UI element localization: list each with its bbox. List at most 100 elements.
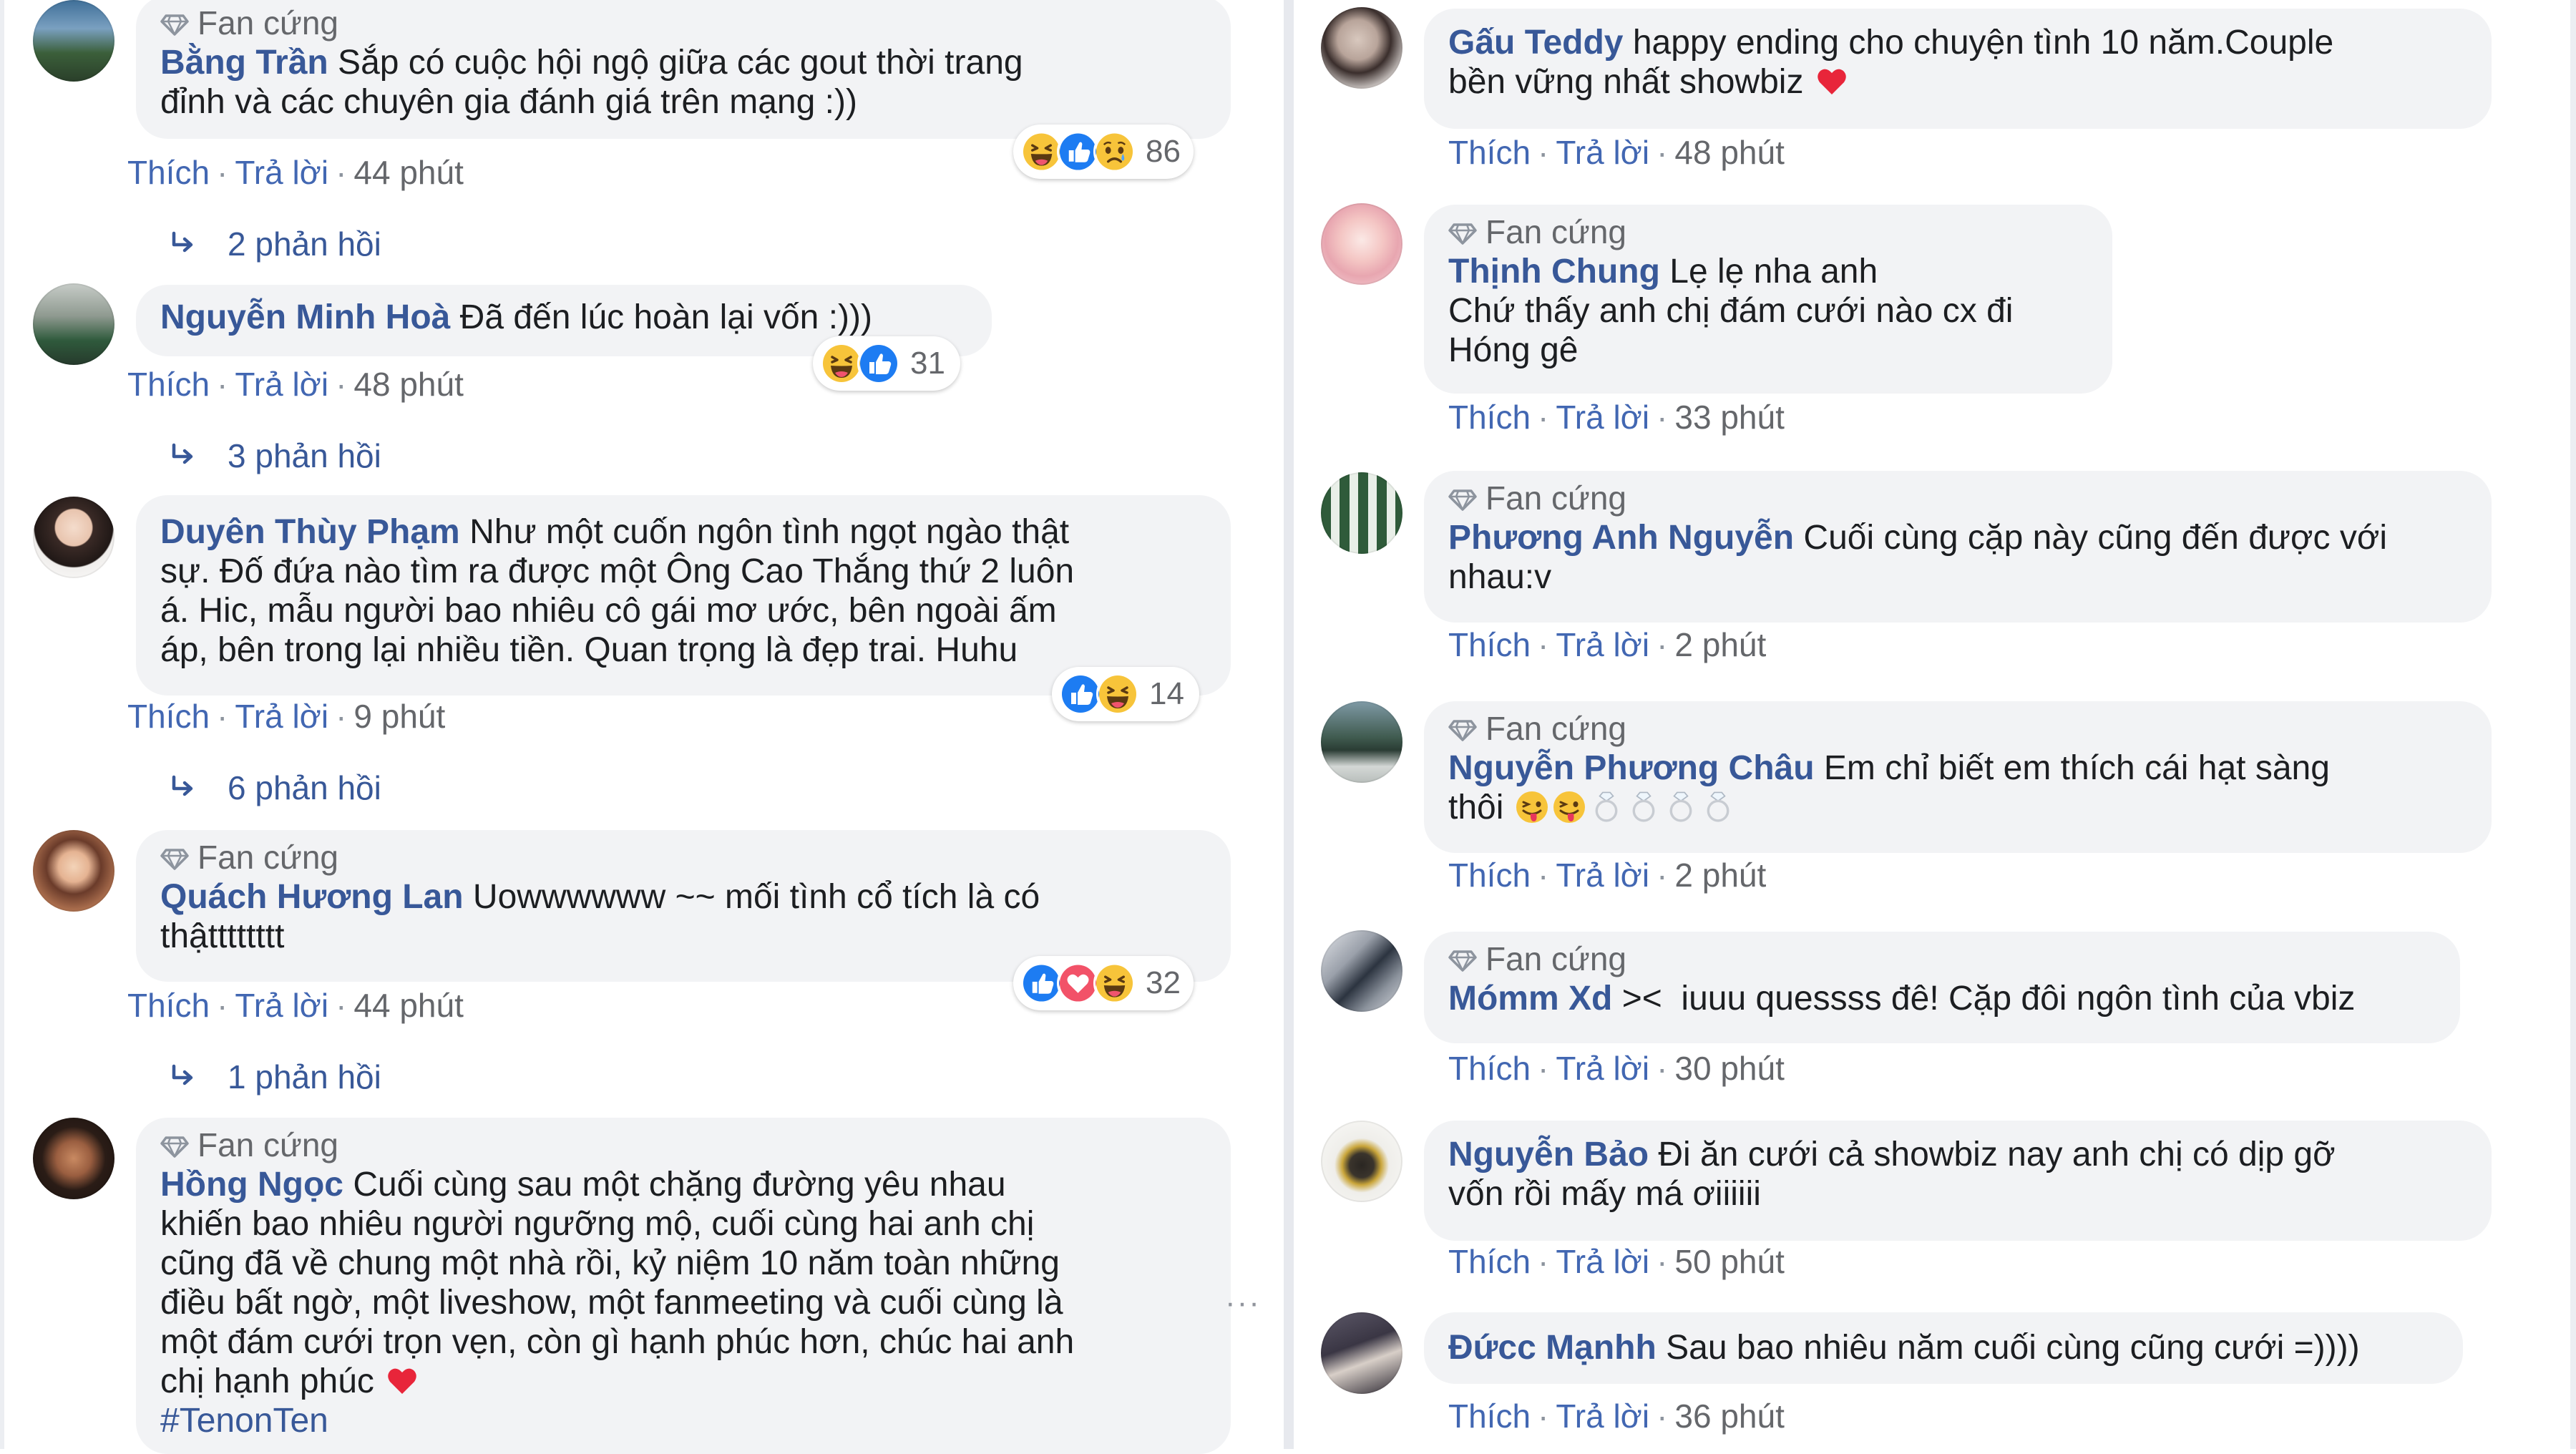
like-link[interactable]: Thích	[1448, 134, 1531, 171]
comment-bubble: Fan cứng Nguyễn Phương Châu Em chỉ biết …	[1424, 701, 2492, 853]
view-replies[interactable]: 1 phản hồi	[169, 1058, 381, 1096]
separator-dot: ·	[1657, 1243, 1668, 1280]
comment-actions: Thích · Trả lời · 9 phút	[127, 697, 445, 736]
author-name[interactable]: Hồng Ngọc	[160, 1166, 343, 1204]
like-link[interactable]: Thích	[1448, 857, 1531, 894]
avatar[interactable]	[1321, 203, 1402, 285]
timestamp[interactable]: 2 phút	[1674, 857, 1766, 894]
author-name[interactable]: Quách Hương Lan	[160, 878, 464, 916]
reply-link[interactable]: Trả lời	[1556, 1243, 1649, 1280]
reply-link[interactable]: Trả lời	[235, 987, 328, 1024]
diamond-icon	[160, 1131, 189, 1159]
reaction-summary[interactable]: 32	[1013, 956, 1194, 1010]
separator-dot: ·	[1657, 857, 1668, 894]
reply-link[interactable]: Trả lời	[1556, 1397, 1649, 1435]
timestamp[interactable]: 2 phút	[1674, 626, 1766, 663]
reply-link[interactable]: Trả lời	[235, 366, 328, 403]
like-icon	[857, 342, 900, 385]
comment-actions: Thích · Trả lời · 2 phút	[1448, 856, 1766, 894]
heart-icon	[1815, 64, 1849, 99]
like-link[interactable]: Thích	[1448, 1397, 1531, 1435]
replies-label[interactable]: 6 phản hồi	[228, 769, 381, 807]
timestamp[interactable]: 9 phút	[353, 698, 445, 735]
heart-icon	[385, 1364, 419, 1398]
more-options-icon[interactable]: ···	[1225, 1285, 1261, 1321]
author-name[interactable]: Thịnh Chung	[1448, 253, 1660, 291]
reply-link[interactable]: Trả lời	[1556, 626, 1649, 663]
separator-dot: ·	[1538, 1050, 1549, 1087]
comment-body: Hồng Ngọc Cuối cùng sau một chặng đường …	[160, 1165, 1206, 1440]
avatar[interactable]	[1321, 701, 1402, 783]
avatar[interactable]	[1321, 472, 1402, 554]
timestamp[interactable]: 48 phút	[1674, 134, 1784, 171]
timestamp[interactable]: 44 phút	[353, 154, 463, 191]
avatar[interactable]	[33, 830, 114, 912]
reaction-summary[interactable]: 31	[813, 336, 960, 391]
reply-link[interactable]: Trả lời	[1556, 1050, 1649, 1087]
fan-badge: Fan cứng	[1448, 478, 2467, 518]
like-link[interactable]: Thích	[1448, 399, 1531, 436]
reaction-count: 32	[1146, 965, 1181, 1000]
avatar[interactable]	[33, 497, 114, 578]
like-link[interactable]: Thích	[127, 987, 210, 1024]
separator-dot: ·	[1657, 399, 1668, 436]
avatar[interactable]	[33, 283, 114, 365]
badge-label: Fan cứng	[1485, 940, 1627, 977]
like-link[interactable]: Thích	[1448, 1243, 1531, 1280]
reply-link[interactable]: Trả lời	[235, 698, 328, 735]
like-link[interactable]: Thích	[1448, 1050, 1531, 1087]
avatar[interactable]	[1321, 1121, 1402, 1202]
comment-bubble: Nguyễn Bảo Đi ăn cưới cả showbiz nay anh…	[1424, 1121, 2492, 1241]
reaction-summary[interactable]: 86	[1013, 125, 1194, 179]
like-link[interactable]: Thích	[127, 366, 210, 403]
avatar[interactable]	[1321, 930, 1402, 1012]
replies-label[interactable]: 2 phản hồi	[228, 225, 381, 263]
avatar[interactable]	[1321, 7, 1402, 89]
like-link[interactable]: Thích	[127, 154, 210, 191]
timestamp[interactable]: 33 phút	[1674, 399, 1784, 436]
comment-body: Đứcc Mạnhh Sau bao nhiêu năm cuối cùng c…	[1448, 1328, 2439, 1367]
like-link[interactable]: Thích	[127, 698, 210, 735]
separator-dot: ·	[217, 154, 228, 191]
reaction-count: 86	[1146, 134, 1181, 169]
author-name[interactable]: Duyên Thùy Phạm	[160, 513, 460, 551]
timestamp[interactable]: 44 phút	[353, 987, 463, 1024]
author-name[interactable]: Phương Anh Nguyễn	[1448, 519, 1794, 557]
comment-actions: Thích · Trả lời · 33 phút	[1448, 398, 1785, 436]
author-name[interactable]: Nguyễn Bảo	[1448, 1136, 1649, 1174]
author-name[interactable]: Nguyễn Minh Hoà	[160, 298, 450, 336]
author-name[interactable]: Mómm Xd	[1448, 980, 1612, 1018]
avatar[interactable]	[33, 1118, 114, 1199]
separator-dot: ·	[1657, 626, 1668, 663]
separator-dot: ·	[336, 698, 347, 735]
timestamp[interactable]: 48 phút	[353, 366, 463, 403]
reply-link[interactable]: Trả lời	[1556, 857, 1649, 894]
view-replies[interactable]: 3 phản hồi	[169, 436, 381, 475]
replies-label[interactable]: 1 phản hồi	[228, 1058, 381, 1096]
hashtag-link[interactable]: #TenonTen	[160, 1402, 328, 1440]
timestamp[interactable]: 50 phút	[1674, 1243, 1784, 1280]
comment-bubble: Đứcc Mạnhh Sau bao nhiêu năm cuối cùng c…	[1424, 1312, 2463, 1384]
author-name[interactable]: Bằng Trần	[160, 44, 328, 82]
replies-label[interactable]: 3 phản hồi	[228, 436, 381, 475]
timestamp[interactable]: 30 phút	[1674, 1050, 1784, 1087]
diamond-icon	[1448, 484, 1477, 512]
comment-actions: Thích · Trả lời · 36 phút	[1448, 1397, 1785, 1435]
avatar[interactable]	[33, 0, 114, 82]
author-name[interactable]: Nguyễn Phương Châu	[1448, 749, 1815, 787]
author-name[interactable]: Đứcc Mạnhh	[1448, 1329, 1657, 1367]
timestamp[interactable]: 36 phút	[1674, 1397, 1784, 1435]
fan-badge: Fan cứng	[1448, 939, 2436, 979]
like-link[interactable]: Thích	[1448, 626, 1531, 663]
reaction-summary[interactable]: 14	[1052, 667, 1199, 721]
view-replies[interactable]: 2 phản hồi	[169, 225, 381, 263]
fan-badge: Fan cứng	[160, 1125, 1206, 1165]
reply-link[interactable]: Trả lời	[1556, 399, 1649, 436]
view-replies[interactable]: 6 phản hồi	[169, 769, 381, 807]
reply-link[interactable]: Trả lời	[235, 154, 328, 191]
author-name[interactable]: Gấu Teddy	[1448, 24, 1623, 62]
comment-bubble: Fan cứng Bằng Trần Sắp có cuộc hội ngộ g…	[136, 0, 1231, 139]
avatar[interactable]	[1321, 1312, 1402, 1394]
reply-link[interactable]: Trả lời	[1556, 134, 1649, 171]
comment-body: Phương Anh Nguyễn Cuối cùng cặp này cũng…	[1448, 518, 2467, 597]
